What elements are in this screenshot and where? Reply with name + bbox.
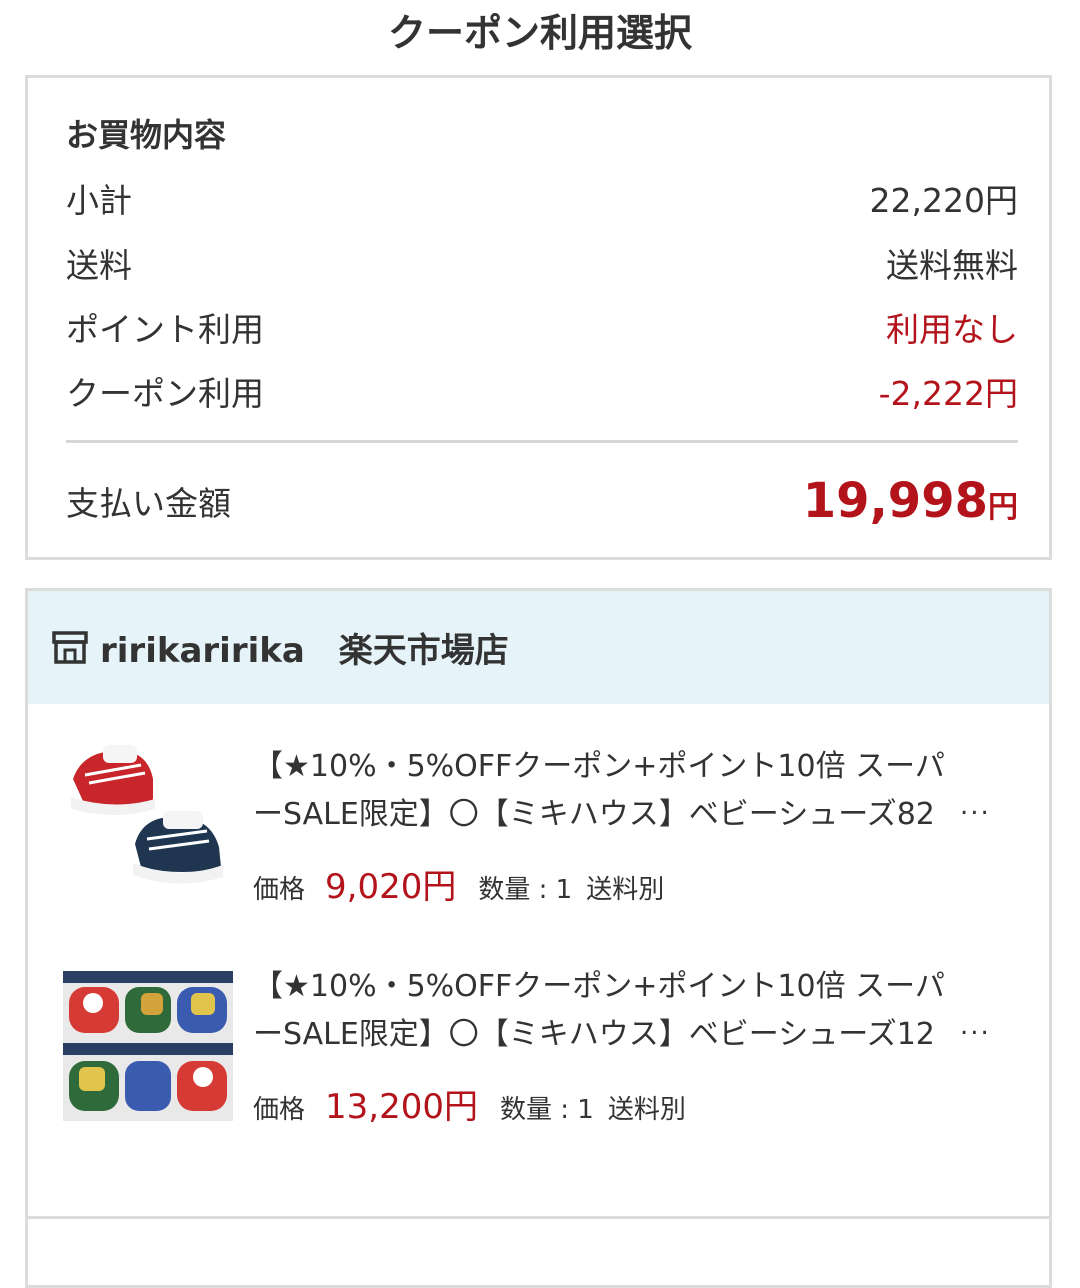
item-meta: 価格 9,020円 数量 : 1 送料別 [253,859,664,909]
section-divider [28,1216,1049,1219]
shipping-row: 送料 送料無料 [66,235,1018,291]
total-unit: 円 [988,490,1018,525]
subtotal-value: 22,220円 [869,181,1018,220]
quantity-label: 数量 : 1 [478,875,573,905]
points-row: ポイント利用 利用なし [66,299,1018,355]
shipping-value: 送料無料 [886,246,1018,285]
coupon-value: -2,222円 [878,374,1018,413]
points-label: ポイント利用 [66,310,264,349]
shop-header: ririkaririka 楽天市場店 [28,591,1049,704]
coupon-row: クーポン利用 -2,222円 [66,363,1018,419]
subtotal-row: 小計 22,220円 [66,170,1018,226]
quantity-label: 数量 : 1 [499,1095,594,1125]
item-title[interactable]: 【★10%・5%OFFクーポン+ポイント10倍 スーパーSALE限定】〇【ミキハ… [253,743,953,839]
price-label: 価格 [253,875,306,905]
more-ellipsis[interactable]: ... [960,1011,991,1041]
shop-card: ririkaririka 楽天市場店 【★10%・5%OFFクーポン+ポイント1… [25,588,1052,1288]
summary-divider [66,440,1018,443]
order-summary-card: お買物内容 小計 22,220円 送料 送料無料 ポイント利用 利用なし クーポ… [25,75,1052,560]
summary-heading: お買物内容 [66,116,227,154]
baby-shoes-thumbnail[interactable] [63,739,233,909]
price-value: 9,020円 [325,867,457,907]
points-value: 利用なし [886,310,1018,349]
shipping-note: 送料別 [586,875,665,905]
price-label: 価格 [253,1095,306,1125]
item-meta: 価格 13,200円 数量 : 1 送料別 [253,1079,686,1129]
shop-icon [52,630,88,664]
page-title: クーポン利用選択 [387,11,692,55]
shipping-note: 送料別 [607,1095,686,1125]
shipping-label: 送料 [66,246,132,285]
shop-name[interactable]: ririkaririka 楽天市場店 [100,623,509,672]
total-row: 支払い金額 19,998円 [66,466,1018,536]
cart-item[interactable]: 【★10%・5%OFFクーポン+ポイント10倍 スーパーSALE限定】〇【ミキハ… [28,739,1049,939]
total-value: 19,998円 [803,473,1018,529]
baby-shoes-thumbnail[interactable] [63,971,233,1121]
item-title[interactable]: 【★10%・5%OFFクーポン+ポイント10倍 スーパーSALE限定】〇【ミキハ… [253,963,953,1059]
more-ellipsis[interactable]: ... [960,791,991,821]
price-value: 13,200円 [325,1087,478,1127]
total-amount: 19,998 [802,473,988,529]
total-label: 支払い金額 [66,484,231,523]
cart-item[interactable]: 【★10%・5%OFFクーポン+ポイント10倍 スーパーSALE限定】〇【ミキハ… [28,959,1049,1159]
coupon-label: クーポン利用 [66,374,264,413]
subtotal-label: 小計 [66,181,132,220]
